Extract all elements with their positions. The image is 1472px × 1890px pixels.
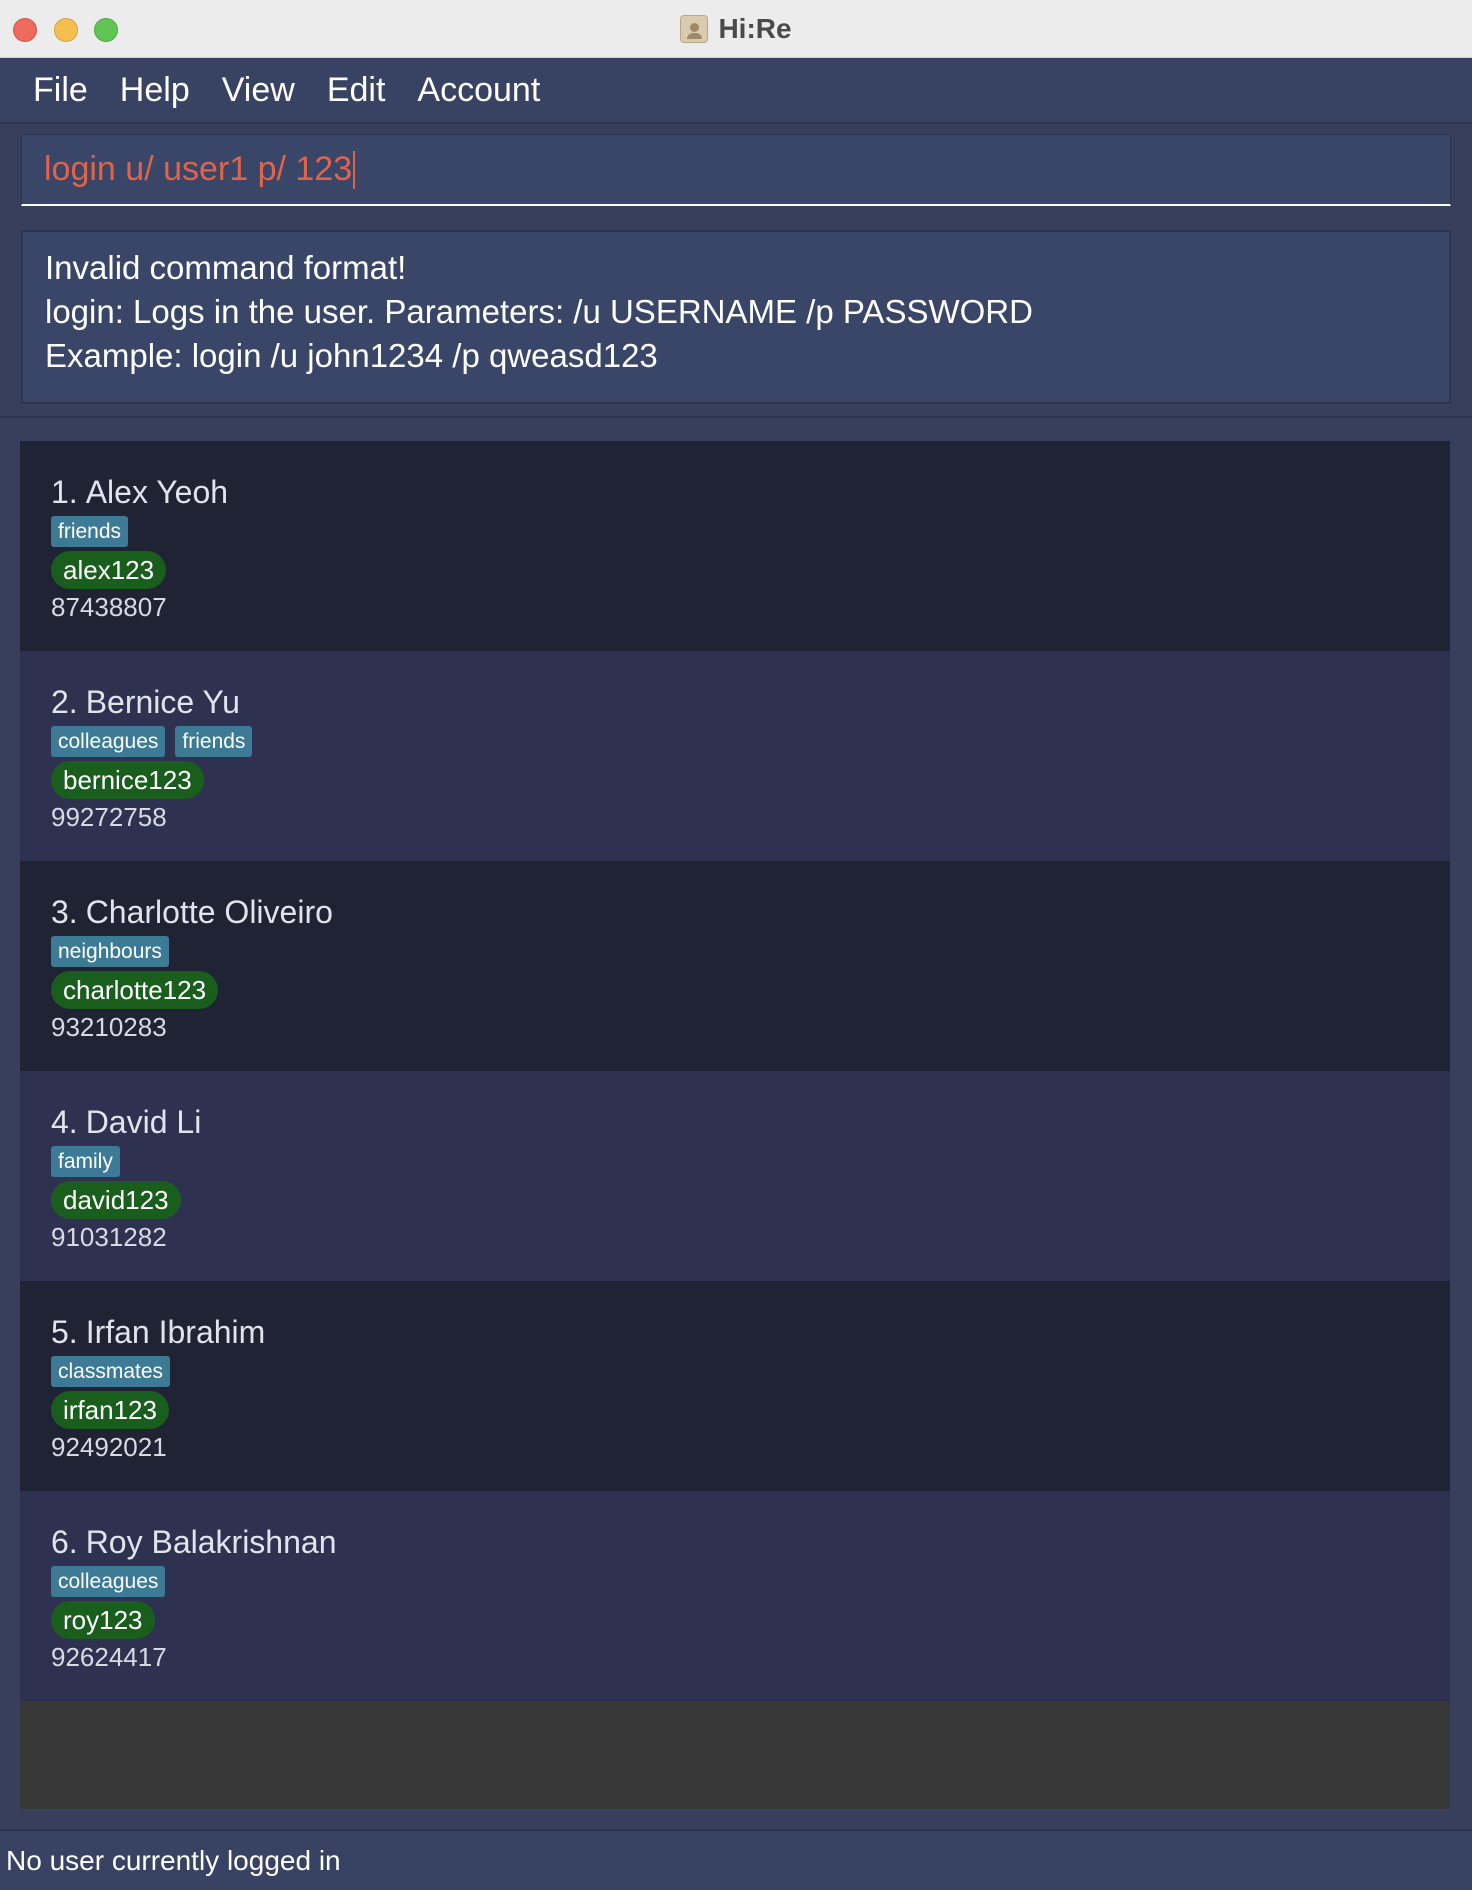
tag-group: colleagues xyxy=(51,1566,1450,1598)
tag-label: classmates xyxy=(51,1356,171,1387)
person-name: Irfan Ibrahim xyxy=(85,1314,266,1350)
status-bar: No user currently logged in xyxy=(0,1829,1472,1890)
person-name-line: 3. Charlotte Oliveiro xyxy=(51,894,1450,932)
tag-label: friends xyxy=(51,516,129,547)
person-index: 4. xyxy=(51,1104,78,1140)
command-input-text: login u/ user1 p/ 123 xyxy=(44,150,353,188)
menu-help[interactable]: Help xyxy=(107,71,209,110)
person-name-line: 1. Alex Yeoh xyxy=(51,474,1450,512)
person-name-line: 5. Irfan Ibrahim xyxy=(51,1314,1450,1352)
person-index: 5. xyxy=(51,1314,78,1350)
menu-edit[interactable]: Edit xyxy=(314,71,405,110)
username-badge: roy123 xyxy=(51,1601,155,1639)
result-display: Invalid command format! login: Logs in t… xyxy=(21,230,1451,404)
window-title: Hi:Re xyxy=(718,13,792,44)
tag-group: neighbours xyxy=(51,936,1450,968)
tag-label: friends xyxy=(175,726,253,757)
tag-group: family xyxy=(51,1146,1450,1178)
text-caret xyxy=(353,150,356,189)
result-line-error: Invalid command format! xyxy=(45,249,407,286)
person-card[interactable]: 5. Irfan Ibrahim classmates irfan123 9249… xyxy=(20,1281,1450,1491)
username-badge: irfan123 xyxy=(51,1391,169,1429)
app-contacts-icon xyxy=(680,15,709,43)
username-badge: bernice123 xyxy=(51,761,204,799)
command-input[interactable]: login u/ user1 p/ 123 xyxy=(21,134,1451,206)
tag-group: classmates xyxy=(51,1356,1450,1388)
phone-number: 92492021 xyxy=(51,1432,167,1462)
tag-label: colleagues xyxy=(51,1566,166,1597)
person-card[interactable]: 1. Alex Yeoh friends alex123 87438807 xyxy=(20,441,1450,651)
username-badge: david123 xyxy=(51,1181,181,1219)
tag-group: friends xyxy=(51,516,1450,548)
username-badge: charlotte123 xyxy=(51,971,219,1009)
window-title-group: Hi:Re xyxy=(0,0,1472,58)
person-card[interactable]: 6. Roy Balakrishnan colleagues roy123 926… xyxy=(20,1491,1450,1701)
person-index: 1. xyxy=(51,474,78,510)
person-list[interactable]: 1. Alex Yeoh friends alex123 87438807 2. B… xyxy=(20,441,1450,1809)
login-status-text: No user currently logged in xyxy=(6,1844,341,1876)
person-name: David Li xyxy=(85,1104,202,1140)
phone-number: 99272758 xyxy=(51,802,167,832)
menu-file[interactable]: File xyxy=(20,71,107,110)
person-card[interactable]: 4. David Li family david123 91031282 xyxy=(20,1071,1450,1281)
phone-number: 91031282 xyxy=(51,1222,167,1252)
person-name-line: 2. Bernice Yu xyxy=(51,684,1450,722)
person-name: Bernice Yu xyxy=(85,684,240,720)
person-card[interactable]: 2. Bernice Yu colleagues friends bernice1… xyxy=(20,651,1450,861)
phone-number: 92624417 xyxy=(51,1642,167,1672)
tag-label: family xyxy=(51,1146,120,1177)
person-card[interactable]: 3. Charlotte Oliveiro neighbours charlott… xyxy=(20,861,1450,1071)
panel-divider xyxy=(0,416,1472,418)
menu-view[interactable]: View xyxy=(209,71,314,110)
title-bar: Hi:Re xyxy=(0,0,1472,58)
person-name: Roy Balakrishnan xyxy=(85,1524,337,1560)
person-index: 3. xyxy=(51,894,78,930)
result-line-example: Example: login /u john1234 /p qweasd123 xyxy=(45,337,658,374)
person-name: Alex Yeoh xyxy=(85,474,229,510)
tag-group: colleagues friends xyxy=(51,726,1450,758)
phone-number: 93210283 xyxy=(51,1012,167,1042)
person-index: 6. xyxy=(51,1524,78,1560)
person-index: 2. xyxy=(51,684,78,720)
tag-label: neighbours xyxy=(51,936,169,967)
username-badge: alex123 xyxy=(51,551,167,589)
menu-account[interactable]: Account xyxy=(404,71,559,110)
menu-bar: File Help View Edit Account xyxy=(0,58,1472,124)
phone-number: 87438807 xyxy=(51,592,167,622)
person-name-line: 6. Roy Balakrishnan xyxy=(51,1524,1450,1562)
person-name: Charlotte Oliveiro xyxy=(85,894,333,930)
person-name-line: 4. David Li xyxy=(51,1104,1450,1142)
result-line-usage: login: Logs in the user. Parameters: /u … xyxy=(45,293,1033,330)
tag-label: colleagues xyxy=(51,726,166,757)
